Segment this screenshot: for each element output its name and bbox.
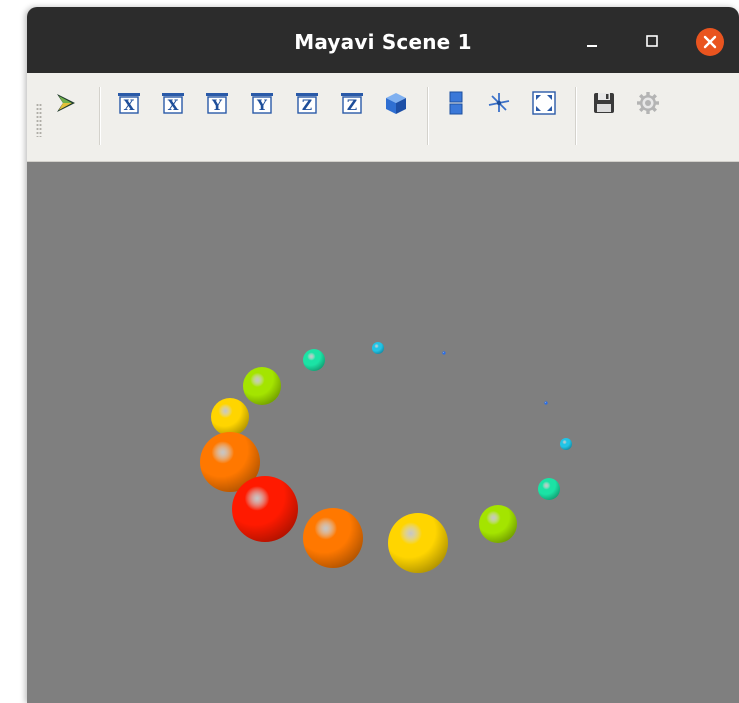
- axes-icon: [488, 93, 510, 112]
- show-axes-button[interactable]: [486, 90, 512, 116]
- y-axis-view-icon: Y: [251, 93, 273, 114]
- maximize-icon: [646, 35, 658, 47]
- svg-text:X: X: [168, 98, 179, 114]
- mayavi-logo-button[interactable]: [53, 90, 79, 116]
- toolbar-separator: [427, 87, 429, 145]
- sphere-shading: [538, 478, 560, 500]
- sphere-shading: [372, 342, 384, 354]
- sphere-shading: [243, 367, 281, 405]
- save-button[interactable]: [591, 90, 617, 116]
- cube-icon: [386, 93, 406, 114]
- toolbar-separator: [99, 87, 101, 145]
- sphere-shading: [232, 476, 298, 542]
- z-axis-view-icon: Z: [341, 93, 363, 114]
- render-scene[interactable]: [27, 162, 739, 703]
- svg-text:Z: Z: [302, 98, 312, 114]
- mayavi-logo-icon: [57, 94, 75, 112]
- sphere-shading: [388, 513, 448, 573]
- projection-icon: [449, 91, 463, 115]
- view-x-positive-button[interactable]: X: [116, 90, 142, 116]
- svg-text:Y: Y: [256, 98, 268, 114]
- svg-text:Z: Z: [347, 98, 357, 114]
- view-z-positive-button[interactable]: Z: [294, 90, 320, 116]
- view-y-positive-button[interactable]: Y: [204, 90, 230, 116]
- sphere-shading: [303, 508, 363, 568]
- sphere-shading: [479, 505, 517, 543]
- mayavi-window: Mayavi Scene 1 X X Y Y Z Z: [27, 7, 739, 703]
- toolbar-separator: [575, 87, 577, 145]
- sphere-8: [442, 351, 446, 355]
- view-y-negative-button[interactable]: Y: [249, 90, 275, 116]
- fullscreen-button[interactable]: [531, 90, 557, 116]
- gear-icon: [637, 92, 659, 114]
- minimize-icon: [587, 45, 597, 47]
- window-title: Mayavi Scene 1: [294, 30, 472, 54]
- x-axis-view-icon: X: [162, 93, 184, 114]
- z-axis-view-icon: Z: [296, 93, 318, 114]
- isometric-view-button[interactable]: [383, 90, 409, 116]
- close-button[interactable]: [695, 27, 725, 57]
- svg-text:X: X: [124, 98, 135, 114]
- y-axis-view-icon: Y: [206, 93, 228, 114]
- toolbar: X X Y Y Z Z: [27, 73, 739, 162]
- view-z-negative-button[interactable]: Z: [339, 90, 365, 116]
- sphere-shading: [211, 398, 249, 436]
- maximize-button[interactable]: [637, 27, 667, 57]
- svg-text:Y: Y: [211, 98, 223, 114]
- title-bar[interactable]: Mayavi Scene 1: [27, 7, 739, 73]
- view-x-negative-button[interactable]: X: [160, 90, 186, 116]
- floppy-save-icon: [594, 93, 614, 113]
- sphere-shading: [303, 349, 325, 371]
- sphere-shading: [560, 438, 572, 450]
- sphere-ring-plot: [200, 342, 572, 573]
- sphere-7: [544, 401, 548, 405]
- fullscreen-icon: [532, 91, 556, 115]
- x-axis-view-icon: X: [118, 93, 140, 114]
- minimize-button[interactable]: [577, 27, 607, 57]
- close-icon: [696, 28, 724, 56]
- settings-button[interactable]: [635, 90, 661, 116]
- parallel-projection-button[interactable]: [443, 90, 469, 116]
- toolbar-grip[interactable]: [36, 103, 42, 137]
